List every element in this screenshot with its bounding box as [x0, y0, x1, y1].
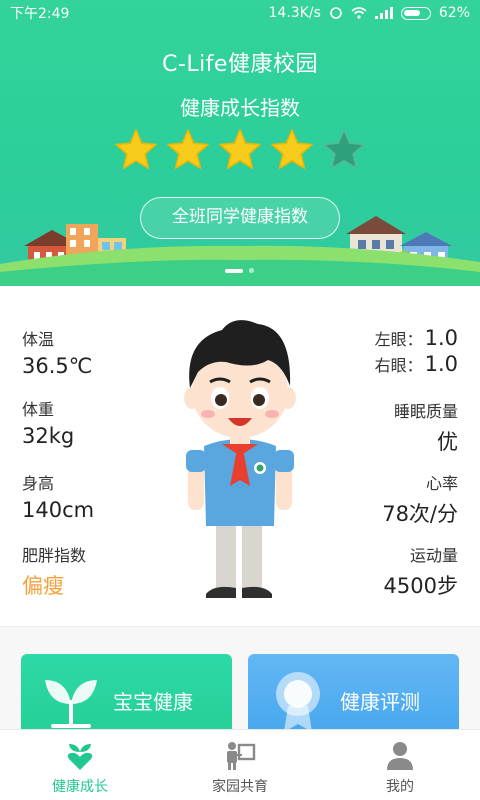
bmi-label: 肥胖指数 [22, 546, 87, 565]
bmi-value: 偏瘦 [22, 574, 64, 598]
stat-heart-rate: 心率 78次/分 [382, 470, 458, 528]
health-eval-card[interactable]: 健康评测 [248, 654, 459, 734]
left-eye-value: 1.0 [424, 326, 458, 350]
height-label: 身高 [22, 474, 55, 493]
temperature-value: 36.5℃ [22, 354, 93, 378]
baby-health-label: 宝宝健康 [113, 690, 193, 714]
person-icon [387, 742, 413, 770]
sync-icon [330, 7, 342, 19]
network-speed: 14.3K/s [268, 5, 321, 21]
weight-label: 体重 [22, 400, 55, 419]
right-eye-value: 1.0 [424, 352, 458, 376]
exercise-value: 4500步 [383, 574, 458, 598]
stat-weight: 体重 32kg [22, 396, 74, 448]
star-filled-icon [219, 129, 261, 169]
nav-tab-health-growth[interactable]: 健康成长 [0, 730, 160, 800]
medal-icon [276, 672, 320, 732]
battery-icon [400, 6, 431, 20]
height-value: 140cm [22, 498, 95, 522]
app-title: C-Life健康校园 [162, 52, 318, 77]
status-bar: 下午2:49 14.3K/s 62% [0, 0, 480, 26]
weight-value: 32kg [22, 424, 75, 448]
feature-cards: 宝宝健康 健康评测 [0, 627, 480, 734]
left-eye-label: 左眼： [374, 330, 423, 349]
stat-exercise: 运动量 4500步 [384, 542, 458, 600]
heart-rate-value: 78次/分 [382, 502, 458, 526]
star-empty-icon [323, 129, 365, 169]
sleep-label: 睡眠质量 [393, 402, 458, 421]
header-banner: 下午2:49 14.3K/s 62% C-Life健康校园 健康成长指数 全班同… [0, 0, 480, 286]
carousel-dot-active [225, 268, 243, 273]
sprout-icon [45, 680, 97, 728]
health-index-title: 健康成长指数 [180, 96, 300, 120]
signal-icon [374, 7, 393, 19]
bottom-nav: 健康成长 家园共育 我的 [0, 729, 480, 800]
right-eye-label: 右眼： [374, 356, 423, 375]
star-filled-icon [271, 129, 313, 169]
stat-bmi: 肥胖指数 偏瘦 [22, 542, 86, 600]
battery-level: 62% [438, 5, 470, 21]
carousel-dot [249, 268, 254, 273]
nav-label-health-growth: 健康成长 [52, 779, 108, 795]
nav-label-mine: 我的 [386, 779, 414, 795]
exercise-label: 运动量 [409, 546, 458, 565]
carousel-indicator [225, 268, 254, 273]
parent-board-icon [227, 742, 256, 770]
sleep-value: 优 [437, 430, 458, 454]
nav-tab-mine[interactable]: 我的 [320, 730, 480, 800]
stat-height: 身高 140cm [22, 470, 94, 522]
star-filled-icon [167, 129, 209, 169]
wifi-icon [351, 7, 367, 19]
stat-vision: 左眼： 1.0 右眼： 1.0 [375, 326, 458, 376]
heart-rate-label: 心率 [425, 474, 458, 493]
nav-tab-home-school[interactable]: 家园共育 [160, 730, 320, 800]
stat-sleep: 睡眠质量 优 [394, 398, 458, 456]
student-avatar [184, 320, 296, 598]
health-star-rating [114, 128, 366, 174]
heart-sprout-icon [67, 744, 93, 770]
right-eye-row: 右眼： 1.0 [375, 352, 458, 376]
star-filled-icon [115, 129, 157, 169]
status-time: 下午2:49 [10, 6, 70, 22]
stat-temperature: 体温 36.5℃ [22, 326, 92, 378]
baby-health-card[interactable]: 宝宝健康 [21, 654, 232, 734]
left-eye-row: 左眼： 1.0 [375, 326, 458, 350]
temperature-label: 体温 [22, 330, 55, 349]
nav-label-home-school: 家园共育 [212, 779, 268, 795]
campus-illustration [0, 216, 480, 286]
health-eval-label: 健康评测 [340, 690, 420, 714]
